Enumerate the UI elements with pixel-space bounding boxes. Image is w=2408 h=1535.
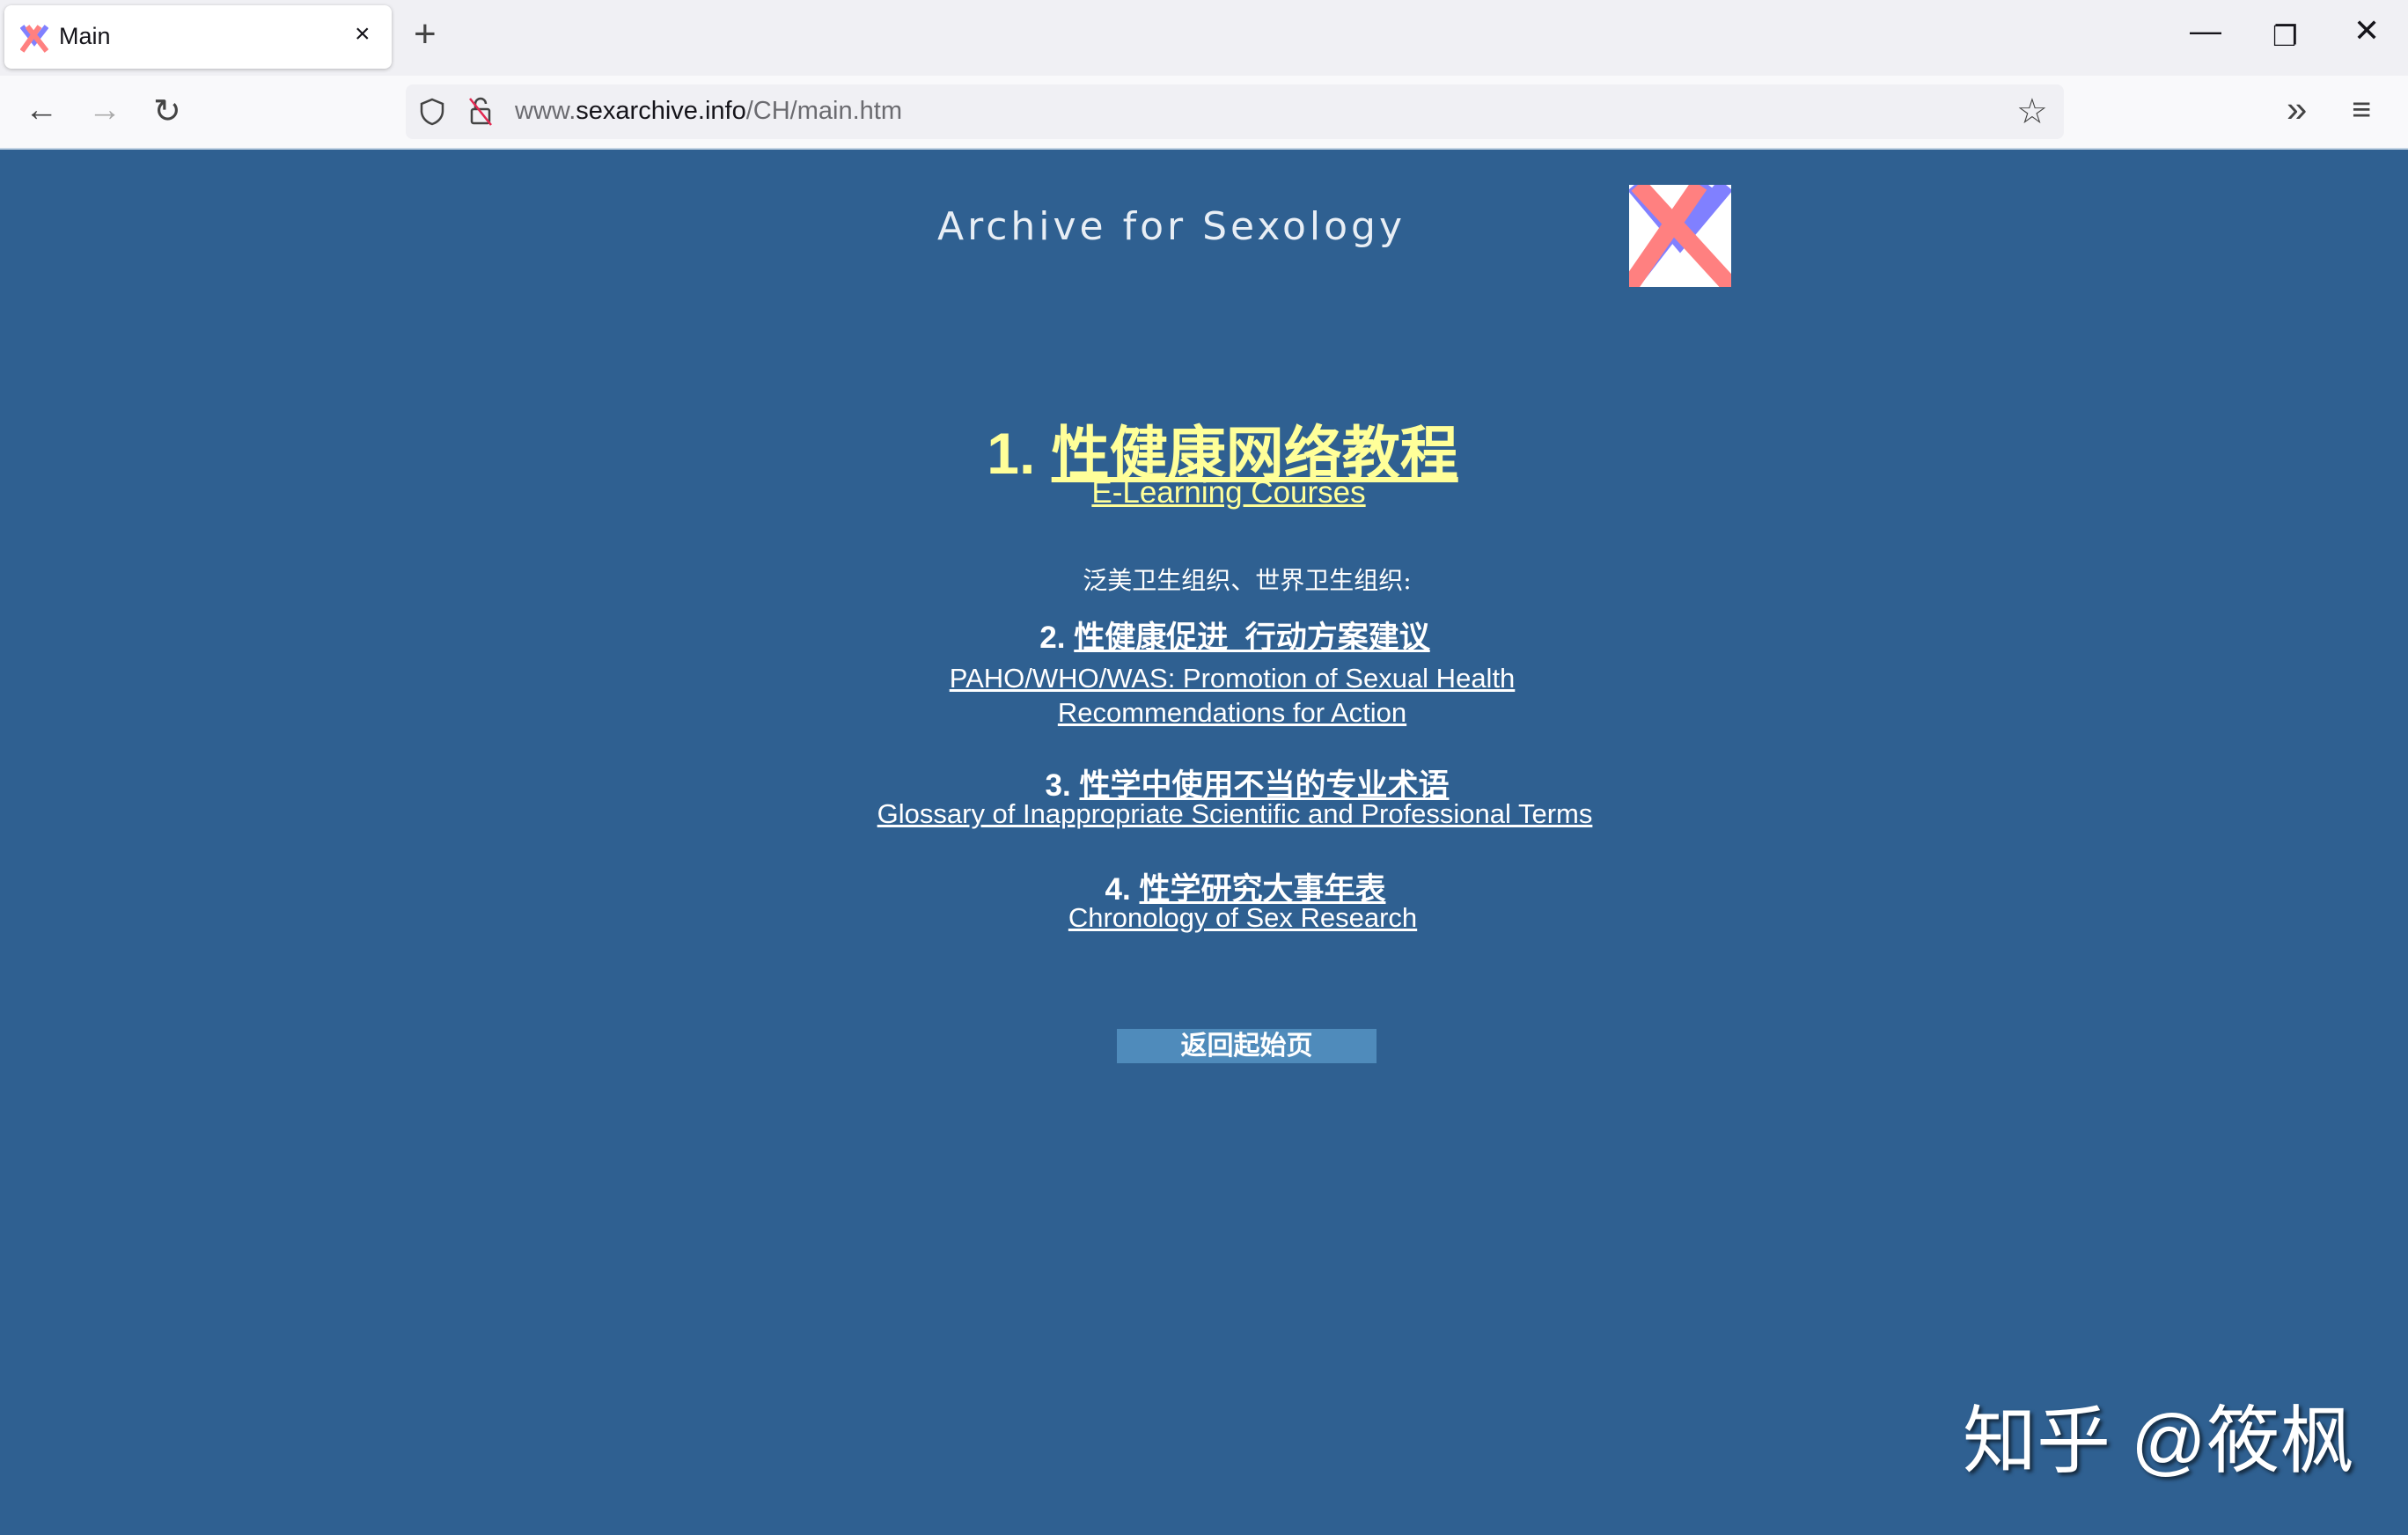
navigation-bar: ← → ↻ www.sexarchive.info/CH/main.htm ☆ …	[0, 76, 2408, 150]
tab-title: Main	[59, 23, 111, 49]
reload-icon[interactable]: ↻	[153, 92, 181, 131]
restore-icon[interactable]: ❐	[2272, 19, 2298, 53]
watermark: 知乎 @筱枫	[1963, 1399, 2354, 1482]
orgs-label: 泛美卫生组织、世界卫生组织:	[1083, 566, 1412, 595]
star-icon[interactable]: ☆	[2016, 92, 2048, 132]
address-bar[interactable]: www.sexarchive.info/CH/main.htm ☆	[406, 84, 2064, 139]
link-chronology[interactable]: Chronology of Sex Research	[1068, 902, 1417, 933]
close-icon[interactable]: ×	[355, 19, 371, 49]
favicon-x-logo	[20, 25, 48, 53]
plus-icon[interactable]: +	[414, 12, 437, 56]
back-to-home-button[interactable]: 返回起始页	[1117, 1029, 1377, 1063]
site-title: Archive for Sexology	[936, 204, 1406, 249]
site-logo	[1629, 185, 1731, 287]
item2-heading: 2. 性健康促进_行动方案建议	[1039, 621, 1430, 655]
insecure-lock-icon[interactable]	[467, 95, 494, 127]
url-text[interactable]: www.sexarchive.info/CH/main.htm	[515, 97, 902, 126]
tab-main[interactable]: Main ×	[4, 5, 392, 69]
link-paho-who-was[interactable]: PAHO/WHO/WAS: Promotion of Sexual Health…	[950, 661, 1516, 730]
link-elearning-courses[interactable]: E-Learning Courses	[1091, 475, 1365, 510]
link-glossary[interactable]: Glossary of Inappropriate Scientific and…	[877, 798, 1593, 829]
forward-arrow-icon[interactable]: →	[88, 92, 121, 129]
window-close-icon[interactable]: ✕	[2353, 12, 2380, 49]
chevrons-right-icon[interactable]: »	[2287, 88, 2307, 130]
link-sexual-health-promotion-cn[interactable]: 性健康促进_行动方案建议	[1074, 621, 1429, 655]
minimize-icon[interactable]: —	[2190, 12, 2221, 49]
tab-bar: Main × + — ❐ ✕	[0, 0, 2408, 76]
shield-icon[interactable]	[418, 97, 446, 127]
back-arrow-icon[interactable]: ←	[25, 92, 58, 129]
hamburger-menu-icon[interactable]: ≡	[2352, 92, 2371, 129]
